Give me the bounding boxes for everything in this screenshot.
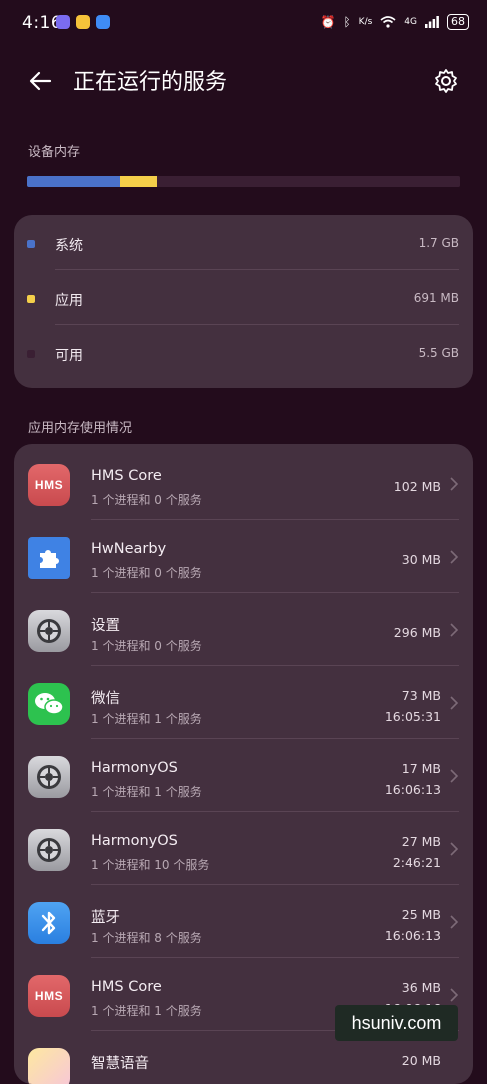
legend-value: 691 MB <box>413 291 459 305</box>
net-speed: K/s <box>358 17 373 27</box>
app-name: 微信 <box>91 691 120 707</box>
legend-color-dot <box>27 295 35 303</box>
app-process-info: 1 个进程和 10 个服务 <box>91 858 210 872</box>
app-memory-size: 20 MB <box>401 1053 441 1068</box>
app-process-info: 1 个进程和 1 个服务 <box>91 712 202 726</box>
memory-segment <box>119 176 158 187</box>
app-process-info: 1 个进程和 1 个服务 <box>91 1004 202 1018</box>
status-bar: 4:16 ⏰ ᛒ K/s 4G 68 <box>0 0 487 48</box>
app-row[interactable]: HMS HMS Core 1 个进程和 0 个服务 102 MB <box>14 447 473 520</box>
legend-label: 可用 <box>55 348 83 364</box>
app-row[interactable]: 微信 1 个进程和 1 个服务 73 MB 16:05:31 <box>14 666 473 739</box>
app-process-info: 1 个进程和 0 个服务 <box>91 566 202 580</box>
hms-logo-text: HMS <box>34 989 64 1003</box>
app-name: HarmonyOS <box>91 760 178 776</box>
app-memory-size: 102 MB <box>393 479 441 494</box>
app-memory-usage-label: 应用内存使用情况 <box>28 421 133 436</box>
app-process-info: 1 个进程和 0 个服务 <box>91 493 202 507</box>
chevron-right-icon <box>450 988 459 1002</box>
legend-label: 系统 <box>55 238 83 254</box>
app-memory-size: 17 MB <box>401 761 441 776</box>
alarm-icon: ⏰ <box>320 15 336 29</box>
app-run-time: 2:46:21 <box>392 855 441 870</box>
voice-assistant-icon <box>28 1048 70 1084</box>
app-memory-size: 25 MB <box>401 907 441 922</box>
watermark: hsuniv.com <box>335 1005 458 1041</box>
system-status-icons: ⏰ ᛒ K/s 4G 68 <box>321 14 469 30</box>
header: 正在运行的服务 <box>0 56 487 106</box>
legend-label: 应用 <box>55 293 83 309</box>
app-memory-size: 296 MB <box>393 625 441 640</box>
legend-value: 1.7 GB <box>418 236 459 250</box>
legend-row-available: 可用 5.5 GB <box>14 325 473 380</box>
page-title: 正在运行的服务 <box>73 70 228 95</box>
app-memory-size: 30 MB <box>401 552 441 567</box>
network-type: 4G <box>404 17 417 27</box>
app-memory-size: 36 MB <box>401 980 441 995</box>
app-run-time: 16:06:13 <box>384 782 441 797</box>
chevron-right-icon <box>450 769 459 783</box>
app-memory-size: 27 MB <box>401 834 441 849</box>
legend-color-dot <box>27 350 35 358</box>
hms-icon: HMS <box>28 975 70 1017</box>
app-process-info: 1 个进程和 8 个服务 <box>91 931 202 945</box>
bluetooth-status-icon: ᛒ <box>343 15 351 29</box>
app-run-time: 16:05:31 <box>384 709 441 724</box>
app-memory-list: HMS HMS Core 1 个进程和 0 个服务 102 MB HwNearb… <box>14 444 473 1084</box>
settings-gear-icon <box>28 829 70 871</box>
chevron-right-icon <box>450 915 459 929</box>
app-name: HarmonyOS <box>91 833 178 849</box>
memory-segment <box>27 176 120 187</box>
app-row[interactable]: 设置 1 个进程和 0 个服务 296 MB <box>14 593 473 666</box>
chevron-right-icon <box>450 696 459 710</box>
hms-logo-text: HMS <box>34 478 64 492</box>
settings-gear-icon <box>28 756 70 798</box>
back-arrow-icon[interactable] <box>26 66 56 96</box>
legend-row-apps: 应用 691 MB <box>14 270 473 325</box>
notification-app-icon <box>76 15 90 29</box>
puzzle-icon <box>28 537 70 579</box>
chevron-right-icon <box>450 623 459 637</box>
app-row[interactable]: HarmonyOS 1 个进程和 1 个服务 17 MB 16:06:13 <box>14 739 473 812</box>
app-memory-size: 73 MB <box>401 688 441 703</box>
status-notification-icons <box>56 15 110 29</box>
hms-icon: HMS <box>28 464 70 506</box>
wechat-icon <box>28 683 70 725</box>
app-process-info: 1 个进程和 1 个服务 <box>91 785 202 799</box>
chevron-right-icon <box>450 477 459 491</box>
device-memory-label: 设备内存 <box>28 145 81 160</box>
battery-indicator: 68 <box>447 14 469 30</box>
settings-gear-icon <box>28 610 70 652</box>
chevron-right-icon <box>450 550 459 564</box>
memory-segment <box>157 176 460 187</box>
app-run-time: 16:06:13 <box>384 928 441 943</box>
chevron-right-icon <box>450 842 459 856</box>
bluetooth-icon <box>28 902 70 944</box>
legend-row-system: 系统 1.7 GB <box>14 215 473 270</box>
app-row[interactable]: HarmonyOS 1 个进程和 10 个服务 27 MB 2:46:21 <box>14 812 473 885</box>
app-name: HwNearby <box>91 541 167 557</box>
app-name: HMS Core <box>91 468 162 484</box>
memory-usage-bar <box>27 176 460 187</box>
wifi-icon <box>380 16 396 28</box>
memory-legend-card: 系统 1.7 GB 应用 691 MB 可用 5.5 GB <box>14 215 473 388</box>
app-name: 蓝牙 <box>91 910 120 926</box>
app-row[interactable]: HwNearby 1 个进程和 0 个服务 30 MB <box>14 520 473 593</box>
notification-app-icon <box>56 15 70 29</box>
legend-value: 5.5 GB <box>418 346 459 360</box>
settings-gear-icon[interactable] <box>433 68 459 94</box>
app-name: 设置 <box>91 618 120 634</box>
signal-icon <box>425 16 439 28</box>
app-row[interactable]: 蓝牙 1 个进程和 8 个服务 25 MB 16:06:13 <box>14 885 473 958</box>
app-name: HMS Core <box>91 979 162 995</box>
legend-color-dot <box>27 240 35 248</box>
notification-app-icon <box>96 15 110 29</box>
app-process-info: 1 个进程和 0 个服务 <box>91 639 202 653</box>
